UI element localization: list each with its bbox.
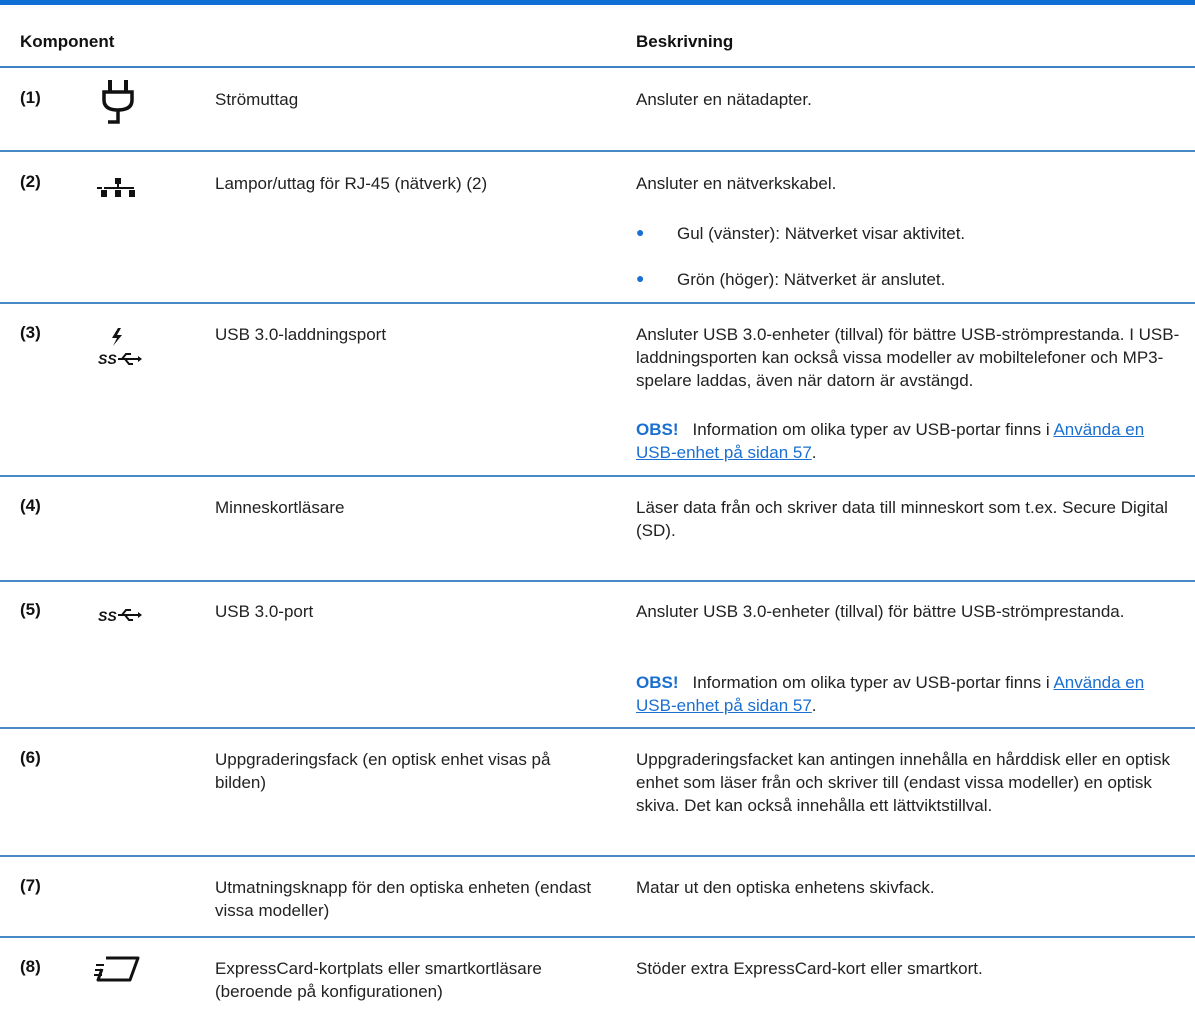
component-description: Ansluter USB 3.0-enheter (tillval) för b…: [636, 325, 1180, 390]
row-divider: [0, 936, 1195, 938]
component-description: Ansluter en nätadapter.: [636, 90, 812, 109]
component-name: ExpressCard-kortplats eller smartkortläs…: [215, 959, 542, 1001]
bullet-icon: ●: [636, 224, 645, 240]
note: OBS! Information om olika typer av USB-po…: [636, 418, 1181, 464]
component-description: Ansluter en nätverkskabel.: [636, 174, 837, 193]
top-rule: [0, 0, 1195, 5]
component-name: Utmatningsknapp för den optiska enheten …: [215, 878, 592, 920]
component-description: Uppgraderingsfacket kan antingen innehål…: [636, 750, 1170, 815]
component-name: Uppgraderingsfack (en optisk enhet visas…: [215, 750, 551, 792]
bullet-text: Grön (höger): Nätverket är anslutet.: [677, 270, 946, 289]
row-number: (3): [20, 323, 41, 342]
row-divider: [0, 150, 1195, 152]
component-description: Stöder extra ExpressCard-kort eller smar…: [636, 959, 983, 978]
header-component: Komponent: [20, 32, 115, 51]
note: OBS! Information om olika typer av USB-po…: [636, 671, 1181, 717]
note-label: OBS!: [636, 673, 679, 692]
note-text: Information om olika typer av USB-portar…: [692, 420, 1050, 439]
svg-text:SS: SS: [98, 608, 117, 624]
bullet-text: Gul (vänster): Nätverket visar aktivitet…: [677, 224, 966, 243]
row-divider: [0, 580, 1195, 582]
usb-3-charging-icon: SS: [98, 328, 142, 367]
bullet-icon: ●: [636, 270, 645, 286]
row-number: (1): [20, 88, 41, 107]
row-divider: [0, 727, 1195, 729]
row-number: (2): [20, 172, 41, 191]
row-divider: [0, 855, 1195, 857]
component-name: Strömuttag: [215, 90, 299, 109]
header-description: Beskrivning: [636, 32, 734, 51]
row-number: (8): [20, 957, 41, 976]
expresscard-icon: [94, 956, 140, 982]
row-number: (4): [20, 496, 41, 515]
row-divider: [0, 302, 1195, 304]
component-name: Minneskortläsare: [215, 498, 345, 517]
row-number: (7): [20, 876, 41, 895]
note-label: OBS!: [636, 420, 679, 439]
svg-text:SS: SS: [98, 351, 117, 367]
note-end: .: [811, 443, 817, 462]
component-name: USB 3.0-port: [215, 602, 314, 621]
network-icon: [97, 178, 135, 197]
component-name: USB 3.0-laddningsport: [215, 325, 387, 344]
note-end: .: [811, 696, 817, 715]
power-plug-icon: [102, 80, 134, 124]
row-number: (6): [20, 748, 41, 767]
component-description: Läser data från och skriver data till mi…: [636, 498, 1168, 540]
header-divider: [0, 66, 1195, 68]
component-name: Lampor/uttag för RJ-45 (nätverk) (2): [215, 174, 488, 193]
row-divider: [0, 475, 1195, 477]
usb-3-icon: SS: [98, 608, 142, 624]
row-number: (5): [20, 600, 41, 619]
component-description: Matar ut den optiska enhetens skivfack.: [636, 878, 935, 897]
component-description: Ansluter USB 3.0-enheter (tillval) för b…: [636, 602, 1125, 621]
note-text: Information om olika typer av USB-portar…: [692, 673, 1050, 692]
